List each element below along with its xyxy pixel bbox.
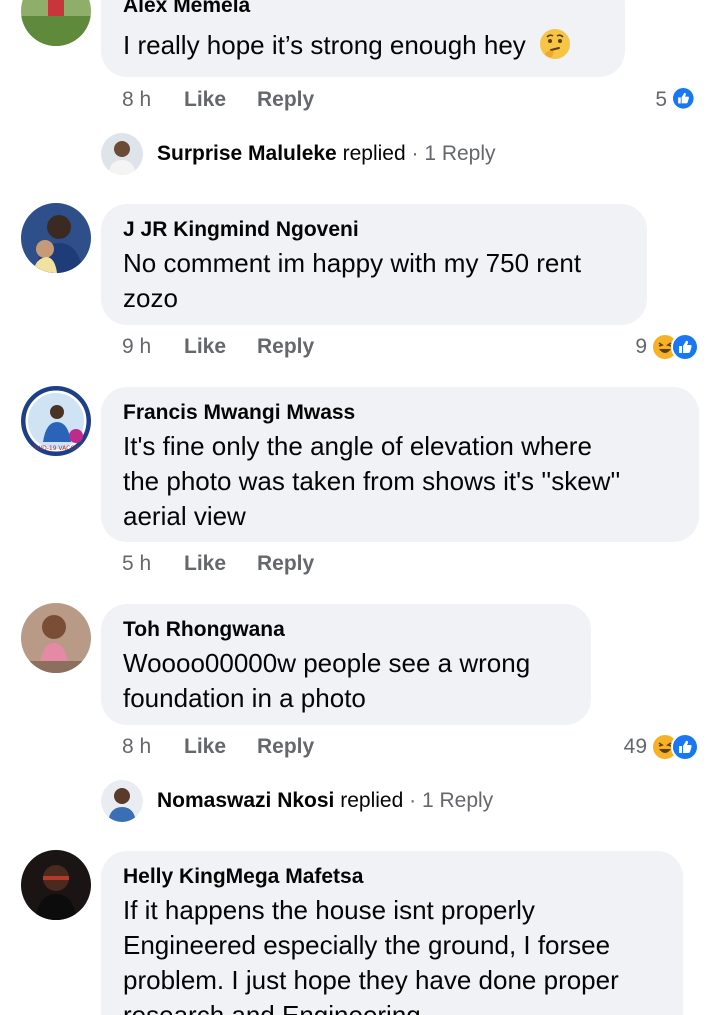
reply-author: Surprise Maluleke	[157, 142, 337, 165]
reply-count: 1 Reply	[421, 789, 494, 812]
avatar[interactable]	[21, 0, 91, 46]
vaccine-badge-text: COVID-19 VACCINE	[27, 445, 84, 452]
comment-text: If it happens the house isnt properly En…	[123, 895, 619, 1015]
like-button[interactable]: Like	[184, 549, 226, 579]
like-reaction-icon	[671, 733, 699, 761]
reaction-count: 5	[655, 88, 667, 111]
like-reaction-icon	[671, 333, 699, 361]
comment-author[interactable]: Helly KingMega Mafetsa	[123, 863, 363, 891]
separator-dot: ·	[403, 789, 422, 812]
avatar[interactable]: COVID-19 VACCINE	[21, 386, 91, 456]
reply-button[interactable]: Reply	[257, 732, 314, 762]
replied-text: replied	[342, 142, 406, 165]
comment-author[interactable]: Toh Rhongwana	[123, 616, 285, 644]
view-replies-link[interactable]: Surprise Maluleke replied · 1 Reply	[157, 139, 496, 169]
reaction-summary[interactable]: 49	[624, 732, 699, 762]
comment-text: It's fine only the angle of elevation wh…	[123, 431, 621, 531]
comment-bubble: Alex Memela I really hope it’s strong en…	[101, 0, 625, 77]
reaction-summary[interactable]: 5	[655, 85, 699, 115]
comment-bubble: Francis Mwangi Mwass It's fine only the …	[101, 387, 699, 542]
comment-bubble: Toh Rhongwana Woooo00000w people see a w…	[101, 604, 591, 725]
avatar[interactable]	[101, 780, 143, 822]
like-button[interactable]: Like	[184, 85, 226, 115]
comment-text: I really hope it’s strong enough hey	[123, 28, 609, 63]
reaction-count: 9	[635, 335, 647, 358]
avatar[interactable]	[21, 203, 91, 273]
comment-timestamp[interactable]: 8 h	[122, 85, 151, 115]
reply-button[interactable]: Reply	[257, 549, 314, 579]
comment-timestamp[interactable]: 5 h	[122, 549, 151, 579]
comment-timestamp[interactable]: 9 h	[122, 332, 151, 362]
thinking-face-icon	[539, 28, 571, 60]
comment-author[interactable]: Francis Mwangi Mwass	[123, 399, 355, 427]
comment-author[interactable]: J JR Kingmind Ngoveni	[123, 216, 359, 244]
like-reaction-icon	[671, 86, 699, 114]
separator-dot: ·	[405, 142, 425, 165]
like-button[interactable]: Like	[184, 732, 226, 762]
reply-author: Nomaswazi Nkosi	[157, 789, 335, 812]
replied-text: replied	[340, 789, 404, 812]
reaction-summary[interactable]: 9	[635, 332, 699, 362]
view-replies-link[interactable]: Nomaswazi Nkosi replied · 1 Reply	[157, 786, 493, 816]
comment-bubble: J JR Kingmind Ngoveni No comment im happ…	[101, 204, 647, 325]
comment-text: No comment im happy with my 750 rent zoz…	[123, 248, 582, 313]
avatar[interactable]	[21, 850, 91, 920]
comment-author[interactable]: Alex Memela	[123, 0, 250, 20]
avatar[interactable]	[21, 603, 91, 673]
reply-count: 1 Reply	[424, 142, 496, 165]
comment-text: Woooo00000w people see a wrong foundatio…	[123, 648, 531, 713]
avatar[interactable]	[101, 133, 143, 175]
comment-timestamp[interactable]: 8 h	[122, 732, 151, 762]
comment-bubble: Helly KingMega Mafetsa If it happens the…	[101, 851, 683, 1015]
reaction-count: 49	[623, 735, 647, 758]
reply-button[interactable]: Reply	[257, 85, 314, 115]
like-button[interactable]: Like	[184, 332, 226, 362]
reply-button[interactable]: Reply	[257, 332, 314, 362]
